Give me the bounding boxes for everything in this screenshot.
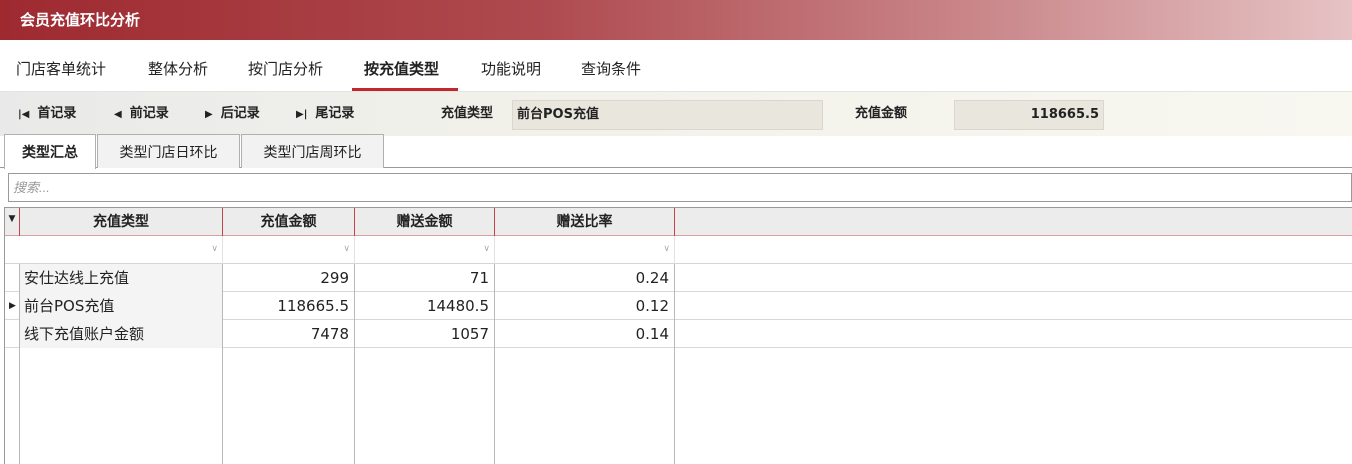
column-chooser-icon[interactable]: ▼ (5, 208, 20, 236)
grid-divider (674, 264, 675, 464)
table-row[interactable]: ▶ 前台POS充值 118665.5 14480.5 0.12 (5, 292, 1352, 320)
first-record-button[interactable]: |◀ 首记录 (18, 104, 76, 124)
first-record-icon: |◀ (18, 109, 30, 120)
main-tabs: 门店客单统计 整体分析 按门店分析 按充值类型 功能说明 查询条件 (0, 40, 1352, 92)
last-record-icon: ▶| (296, 109, 308, 120)
data-grid: ▼ 充值类型 充值金额 赠送金额 赠送比率 ∨ ∨ ∨ ∨ 安仕达线上充值 29… (4, 207, 1352, 464)
filter-dropdown-icon: ∨ (211, 244, 218, 254)
grid-header: ▼ 充值类型 充值金额 赠送金额 赠送比率 (5, 208, 1352, 236)
grid-divider (222, 264, 223, 464)
cell-type: 线下充值账户金额 (20, 320, 223, 348)
next-record-icon: ▶ (205, 109, 213, 120)
next-record-label: 后记录 (220, 106, 260, 121)
prev-record-button[interactable]: ◀ 前记录 (114, 104, 169, 124)
filter-cell-bonus[interactable]: ∨ (355, 236, 495, 264)
cell-type: 安仕达线上充值 (20, 264, 223, 292)
active-tab-underline (352, 88, 458, 91)
first-record-label: 首记录 (37, 106, 77, 121)
recharge-type-field: 前台POS充值 (512, 100, 823, 130)
last-record-button[interactable]: ▶| 尾记录 (296, 104, 354, 124)
table-row[interactable]: 线下充值账户金额 7478 1057 0.14 (5, 320, 1352, 348)
next-record-button[interactable]: ▶ 后记录 (205, 104, 260, 124)
column-header-type[interactable]: 充值类型 (20, 208, 223, 236)
table-row[interactable]: 安仕达线上充值 299 71 0.24 (5, 264, 1352, 292)
cell-bonus: 71 (355, 264, 495, 292)
prev-record-icon: ◀ (114, 109, 122, 120)
filter-cell-amount[interactable]: ∨ (223, 236, 355, 264)
recharge-amount-field: 118665.5 (954, 100, 1104, 130)
search-input[interactable] (8, 173, 1352, 202)
row-indicator (5, 264, 20, 292)
filter-dropdown-icon: ∨ (663, 244, 670, 254)
column-header-amount[interactable]: 充值金额 (223, 208, 355, 236)
grid-divider (19, 264, 20, 464)
filter-cell-ratio[interactable]: ∨ (495, 236, 675, 264)
row-indicator (5, 320, 20, 348)
column-header-ratio[interactable]: 赠送比率 (495, 208, 675, 236)
recharge-type-label: 充值类型 (441, 106, 494, 121)
filter-cell-type[interactable]: ∨ (20, 236, 223, 264)
cell-ratio: 0.12 (495, 292, 675, 320)
cell-amount: 118665.5 (223, 292, 355, 320)
tab-overall-analysis[interactable]: 整体分析 (148, 40, 208, 92)
tab-store-ticket-stats[interactable]: 门店客单统计 (16, 40, 106, 92)
tab-function-description[interactable]: 功能说明 (481, 40, 541, 92)
subtab-type-store-weekly[interactable]: 类型门店周环比 (241, 134, 384, 168)
tab-by-recharge-type[interactable]: 按充值类型 (364, 40, 439, 92)
filter-dropdown-icon: ∨ (343, 244, 350, 254)
cell-ratio: 0.24 (495, 264, 675, 292)
cell-amount: 299 (223, 264, 355, 292)
filter-dropdown-icon: ∨ (483, 244, 490, 254)
prev-record-label: 前记录 (129, 106, 169, 121)
tab-query-conditions[interactable]: 查询条件 (581, 40, 641, 92)
grid-divider (354, 264, 355, 464)
current-row-indicator-icon: ▶ (9, 301, 16, 311)
subtab-type-summary[interactable]: 类型汇总 (4, 134, 96, 169)
cell-bonus: 1057 (355, 320, 495, 348)
filter-row: ∨ ∨ ∨ ∨ (5, 236, 1352, 264)
grid-divider (494, 264, 495, 464)
sub-tabs: 类型汇总 类型门店日环比 类型门店周环比 (0, 134, 1352, 169)
cell-bonus: 14480.5 (355, 292, 495, 320)
column-header-bonus[interactable]: 赠送金额 (355, 208, 495, 236)
recharge-amount-label: 充值金额 (855, 106, 908, 121)
window-title: 会员充值环比分析 (0, 0, 1352, 40)
cell-ratio: 0.14 (495, 320, 675, 348)
tab-by-store[interactable]: 按门店分析 (248, 40, 323, 92)
last-record-label: 尾记录 (315, 106, 355, 121)
cell-type: 前台POS充值 (20, 292, 223, 320)
cell-amount: 7478 (223, 320, 355, 348)
subtab-type-store-daily[interactable]: 类型门店日环比 (97, 134, 240, 168)
